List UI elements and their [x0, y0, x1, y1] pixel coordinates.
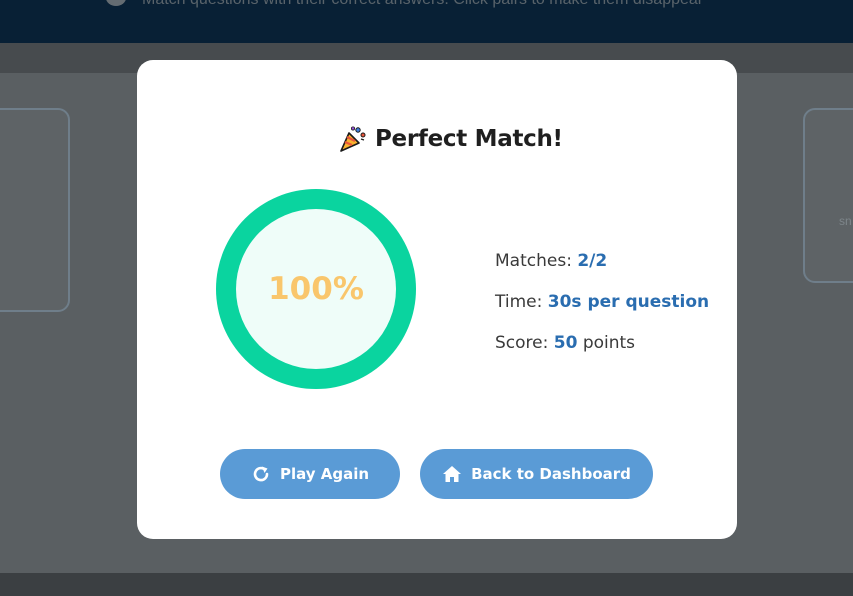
answer-card-text: sn — [839, 214, 852, 228]
refresh-icon — [251, 464, 271, 484]
score-ring-inner: 100% — [236, 209, 396, 369]
instruction-text: Match questions with their correct answe… — [142, 0, 703, 9]
info-icon — [106, 0, 126, 6]
time-stat: Time: 30s per question — [495, 292, 709, 312]
matches-label: Matches: — [495, 251, 572, 271]
time-label: Time: — [495, 292, 543, 312]
matches-stat: Matches: 2/2 — [495, 251, 709, 271]
back-to-dashboard-button[interactable]: Back to Dashboard — [420, 449, 653, 499]
play-again-button[interactable]: Play Again — [220, 449, 400, 499]
score-unit: points — [582, 333, 636, 353]
answer-card: sn — [803, 108, 853, 283]
modal-title-text: Perfect Match! — [375, 126, 563, 152]
stats-panel: Matches: 2/2 Time: 30s per question Scor… — [495, 251, 709, 353]
score-value: 50 — [553, 333, 578, 353]
matches-value: 2/2 — [577, 251, 608, 271]
score-ring: 100% — [216, 189, 416, 389]
score-stat: Score: 50 points — [495, 333, 709, 353]
score-percent: 100% — [268, 271, 364, 307]
time-value: 30s per question — [547, 292, 710, 312]
score-label: Score: — [495, 333, 549, 353]
home-icon — [442, 464, 462, 484]
play-again-label: Play Again — [279, 465, 370, 483]
question-card — [0, 108, 70, 312]
party-popper-icon — [339, 125, 367, 153]
back-to-dashboard-label: Back to Dashboard — [471, 465, 631, 483]
modal-title: Perfect Match! — [339, 124, 563, 154]
instruction-bar: Match questions with their correct answe… — [0, 0, 853, 43]
footer-band — [0, 573, 853, 596]
